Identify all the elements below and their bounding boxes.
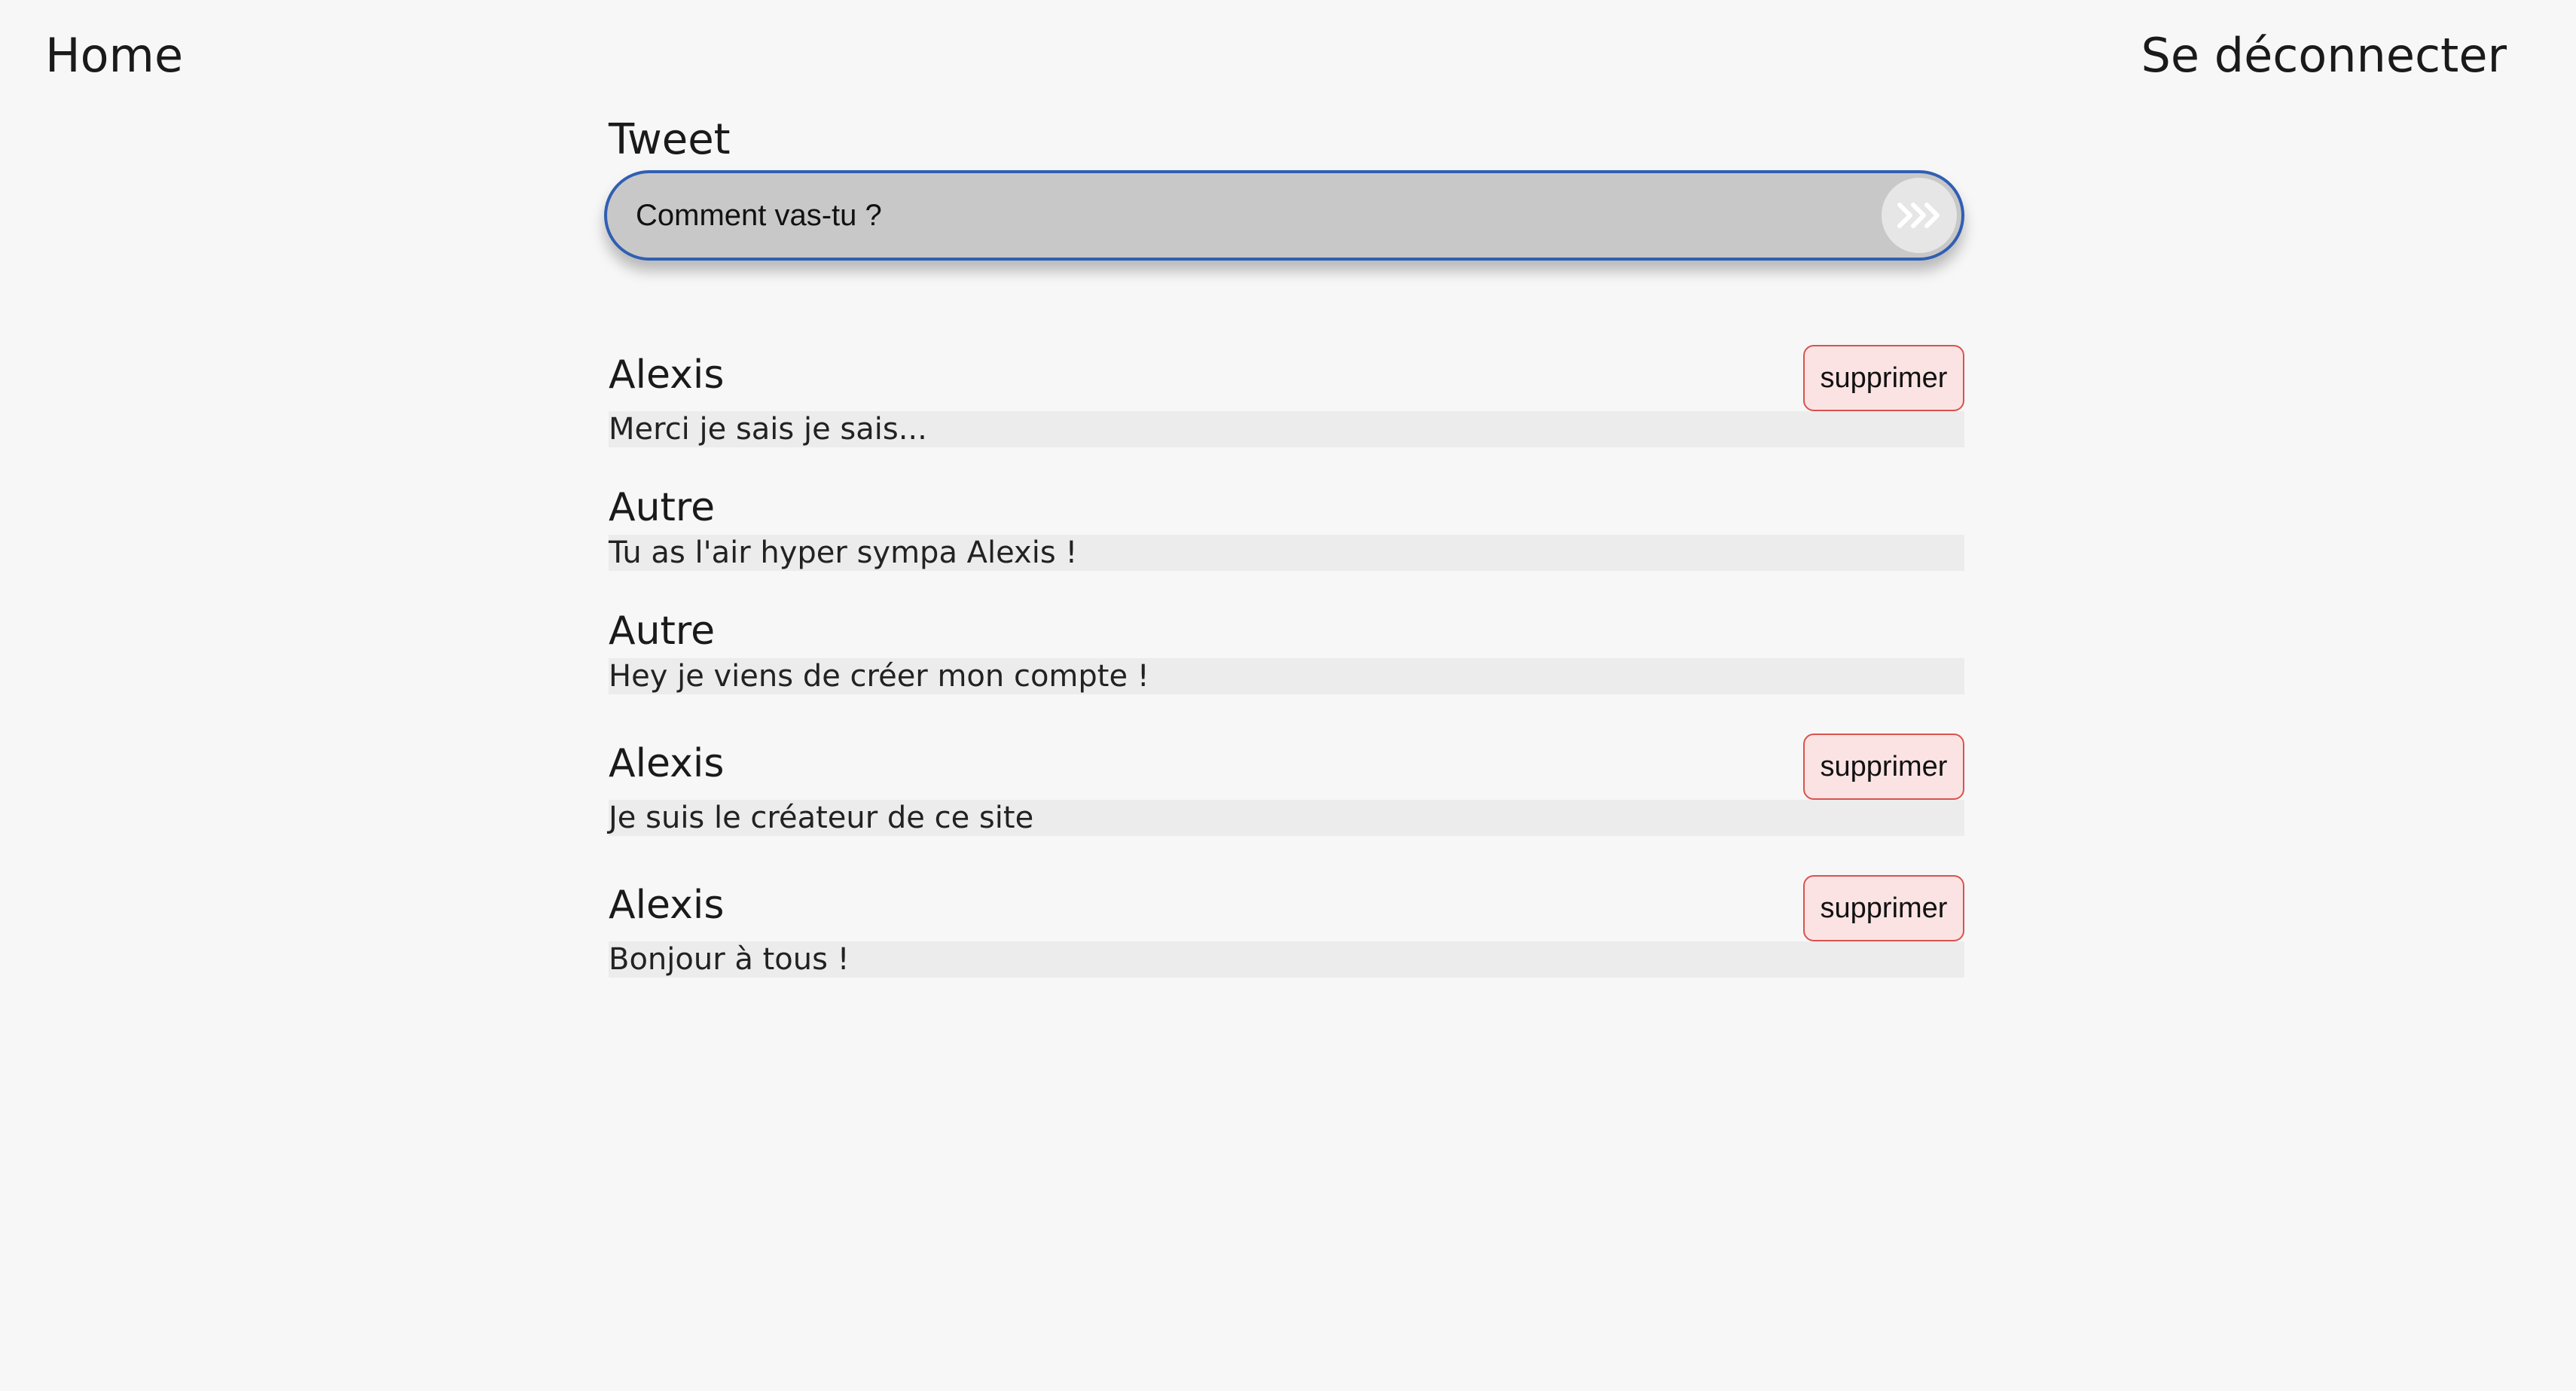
send-arrows-icon [1895, 200, 1943, 230]
tweet-post: Autre Hey je viens de créer mon compte ! [609, 609, 1964, 694]
tweet-post: Alexis supprimer Je suis le créateur de … [609, 734, 1964, 836]
tweet-input[interactable] [607, 173, 1882, 258]
nav-home-link[interactable]: Home [45, 26, 183, 86]
main-content: Tweet Alexis supprimer Merci je [604, 113, 1964, 1017]
tweet-post: Alexis supprimer Bonjour à tous ! [609, 875, 1964, 978]
post-message: Je suis le créateur de ce site [609, 800, 1964, 836]
post-header: Autre [609, 485, 1964, 535]
delete-button[interactable]: supprimer [1803, 345, 1964, 411]
post-message: Bonjour à tous ! [609, 941, 1964, 978]
page: Home Se déconnecter Tweet Alexis suppr [0, 0, 2576, 1391]
tweet-composer [604, 170, 1964, 261]
post-message: Hey je viens de créer mon compte ! [609, 658, 1964, 694]
post-author: Alexis [609, 352, 725, 398]
post-author: Autre [609, 485, 716, 530]
tweet-post: Autre Tu as l'air hyper sympa Alexis ! [609, 485, 1964, 571]
post-author: Alexis [609, 883, 725, 928]
tweet-post: Alexis supprimer Merci je sais je sais..… [609, 345, 1964, 447]
post-author: Autre [609, 609, 716, 654]
post-message: Merci je sais je sais... [609, 411, 1964, 447]
post-header: Alexis supprimer [609, 875, 1964, 941]
nav-logout-link[interactable]: Se déconnecter [2141, 26, 2507, 86]
delete-button[interactable]: supprimer [1803, 734, 1964, 800]
tweet-feed: Alexis supprimer Merci je sais je sais..… [609, 345, 1964, 978]
delete-button[interactable]: supprimer [1803, 875, 1964, 941]
post-message: Tu as l'air hyper sympa Alexis ! [609, 535, 1964, 571]
post-header: Autre [609, 609, 1964, 658]
post-header: Alexis supprimer [609, 345, 1964, 411]
post-header: Alexis supprimer [609, 734, 1964, 800]
post-author: Alexis [609, 741, 725, 786]
tweet-label: Tweet [609, 115, 731, 164]
send-button[interactable] [1882, 178, 1957, 253]
